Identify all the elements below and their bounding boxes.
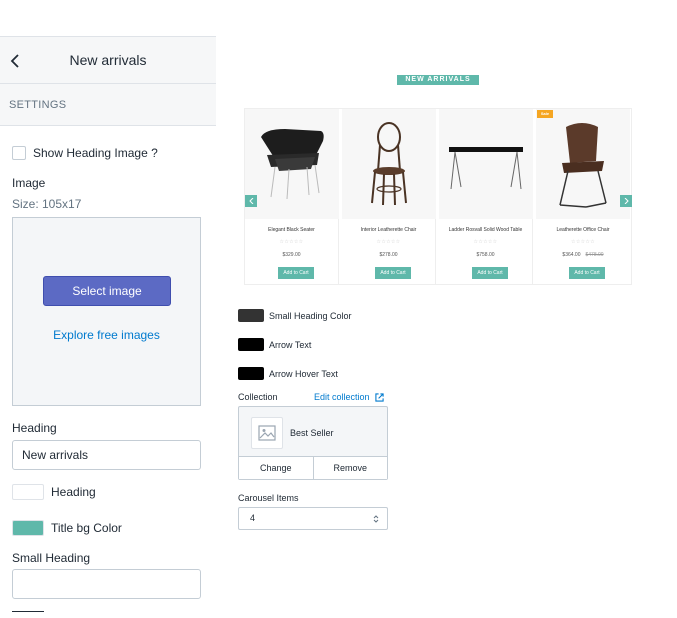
product-card[interactable]: Sale Leatherette Office Chair ☆☆☆☆☆ $364… (536, 109, 630, 284)
show-heading-image-row[interactable]: Show Heading Image ? (12, 146, 158, 160)
image-placeholder-icon (258, 425, 276, 441)
collection-actions: Change Remove (239, 456, 387, 479)
table-image (449, 147, 523, 190)
external-link-icon (374, 392, 384, 402)
product-price: $278.00 (342, 252, 435, 258)
price: $364.00 (562, 252, 581, 258)
price: $758.00 (476, 252, 495, 258)
small-heading-label: Small Heading (12, 551, 91, 565)
add-to-cart-button[interactable]: Add to Cart (472, 267, 508, 279)
arrow-hover-label: Arrow Hover Text (269, 368, 338, 379)
product-card[interactable]: Interior Leatherette Chair ☆☆☆☆☆ $278.00… (342, 109, 436, 284)
collection-label: Collection (238, 392, 278, 402)
heading-label: Heading (12, 421, 57, 435)
add-to-cart-button[interactable]: Add to Cart (278, 267, 314, 279)
product-carousel: Elegant Black Seater ☆☆☆☆☆ $329.00 Add t… (244, 108, 632, 285)
image-size: Size: 105x17 (12, 197, 82, 211)
product-name[interactable]: Elegant Black Seater (245, 227, 338, 233)
explore-images-link[interactable]: Explore free images (13, 328, 200, 342)
rating-stars: ☆☆☆☆☆ (279, 239, 304, 245)
select-caret-icon (373, 515, 379, 523)
edit-collection-text[interactable]: Edit collection (314, 392, 370, 402)
product-card[interactable]: Ladder Rosvall Solid Wood Table ☆☆☆☆☆ $7… (439, 109, 533, 284)
carousel-next-button[interactable] (620, 195, 632, 207)
image-picker: Select image Explore free images (12, 217, 201, 406)
arrow-text-label: Arrow Text (269, 339, 312, 350)
collection-name: Best Seller (290, 428, 334, 438)
select-image-button[interactable]: Select image (43, 276, 171, 306)
add-to-cart-button[interactable]: Add to Cart (375, 267, 411, 279)
product-image (439, 109, 533, 219)
heading-input[interactable] (12, 440, 201, 470)
small-heading-input[interactable] (12, 569, 201, 599)
sale-badge: Sale (537, 110, 553, 118)
show-heading-image-checkbox[interactable] (12, 146, 26, 160)
title-bg-color-row[interactable]: Title bg Color (12, 520, 122, 536)
price: $278.00 (379, 252, 398, 258)
product-image (342, 109, 436, 219)
heading-color-label: Heading (51, 485, 96, 499)
image-label: Image (12, 176, 46, 190)
new-arrivals-banner: NEW ARRIVALS (397, 75, 479, 85)
chevron-left-icon (248, 198, 253, 204)
small-heading-color-row[interactable]: Small Heading Color (238, 309, 352, 322)
title-bg-color-label: Title bg Color (51, 521, 122, 535)
product-price: $758.00 (439, 252, 532, 258)
remove-collection-button[interactable]: Remove (314, 457, 388, 479)
edit-collection-link[interactable]: Edit collection (314, 392, 384, 402)
small-heading-color-swatch[interactable] (238, 309, 264, 322)
panel-title: New arrivals (69, 52, 147, 68)
product-price: $364.00 $478.00 (536, 252, 630, 258)
arrow-text-row[interactable]: Arrow Text (238, 338, 311, 351)
change-collection-button[interactable]: Change (239, 457, 314, 479)
carousel-items-value: 4 (250, 513, 256, 523)
title-bg-color-swatch[interactable] (12, 520, 44, 536)
product-name[interactable]: Interior Leatherette Chair (342, 227, 435, 233)
product-price: $329.00 (245, 252, 338, 258)
arrow-text-color-swatch[interactable] (238, 338, 264, 351)
arrow-hover-row[interactable]: Arrow Hover Text (238, 367, 338, 380)
section-label: SETTINGS (0, 84, 216, 126)
old-price: $478.00 (585, 252, 604, 258)
chevron-right-icon (624, 198, 629, 204)
carousel-items-select[interactable]: 4 (238, 507, 388, 530)
collection-card: Best Seller Change Remove (238, 406, 388, 480)
leather-chair-image (559, 123, 607, 208)
panel-header: New arrivals (0, 36, 216, 84)
product-image (245, 109, 339, 219)
settings-panel: New arrivals SETTINGS Show Heading Image… (0, 36, 216, 618)
show-heading-image-label: Show Heading Image ? (33, 146, 158, 160)
heading-color-row[interactable]: Heading (12, 484, 96, 500)
next-swatch-edge (12, 611, 44, 612)
product-image: Sale (536, 109, 630, 219)
small-heading-color-label: Small Heading Color (269, 310, 352, 321)
add-to-cart-button[interactable]: Add to Cart (569, 267, 605, 279)
product-name[interactable]: Leatherette Office Chair (536, 227, 630, 233)
rating-stars: ☆☆☆☆☆ (473, 239, 498, 245)
wooden-chair-image (371, 122, 407, 206)
collection-thumbnail (251, 417, 283, 449)
rating-stars: ☆☆☆☆☆ (571, 239, 595, 245)
price: $329.00 (282, 252, 301, 258)
product-card[interactable]: Elegant Black Seater ☆☆☆☆☆ $329.00 Add t… (245, 109, 339, 284)
carousel-prev-button[interactable] (245, 195, 257, 207)
carousel-items-label: Carousel Items (238, 493, 299, 503)
arrow-hover-color-swatch[interactable] (238, 367, 264, 380)
rating-stars: ☆☆☆☆☆ (376, 239, 401, 245)
product-name[interactable]: Ladder Rosvall Solid Wood Table (439, 227, 532, 233)
heading-color-swatch[interactable] (12, 484, 44, 500)
armchair-image (261, 129, 324, 200)
